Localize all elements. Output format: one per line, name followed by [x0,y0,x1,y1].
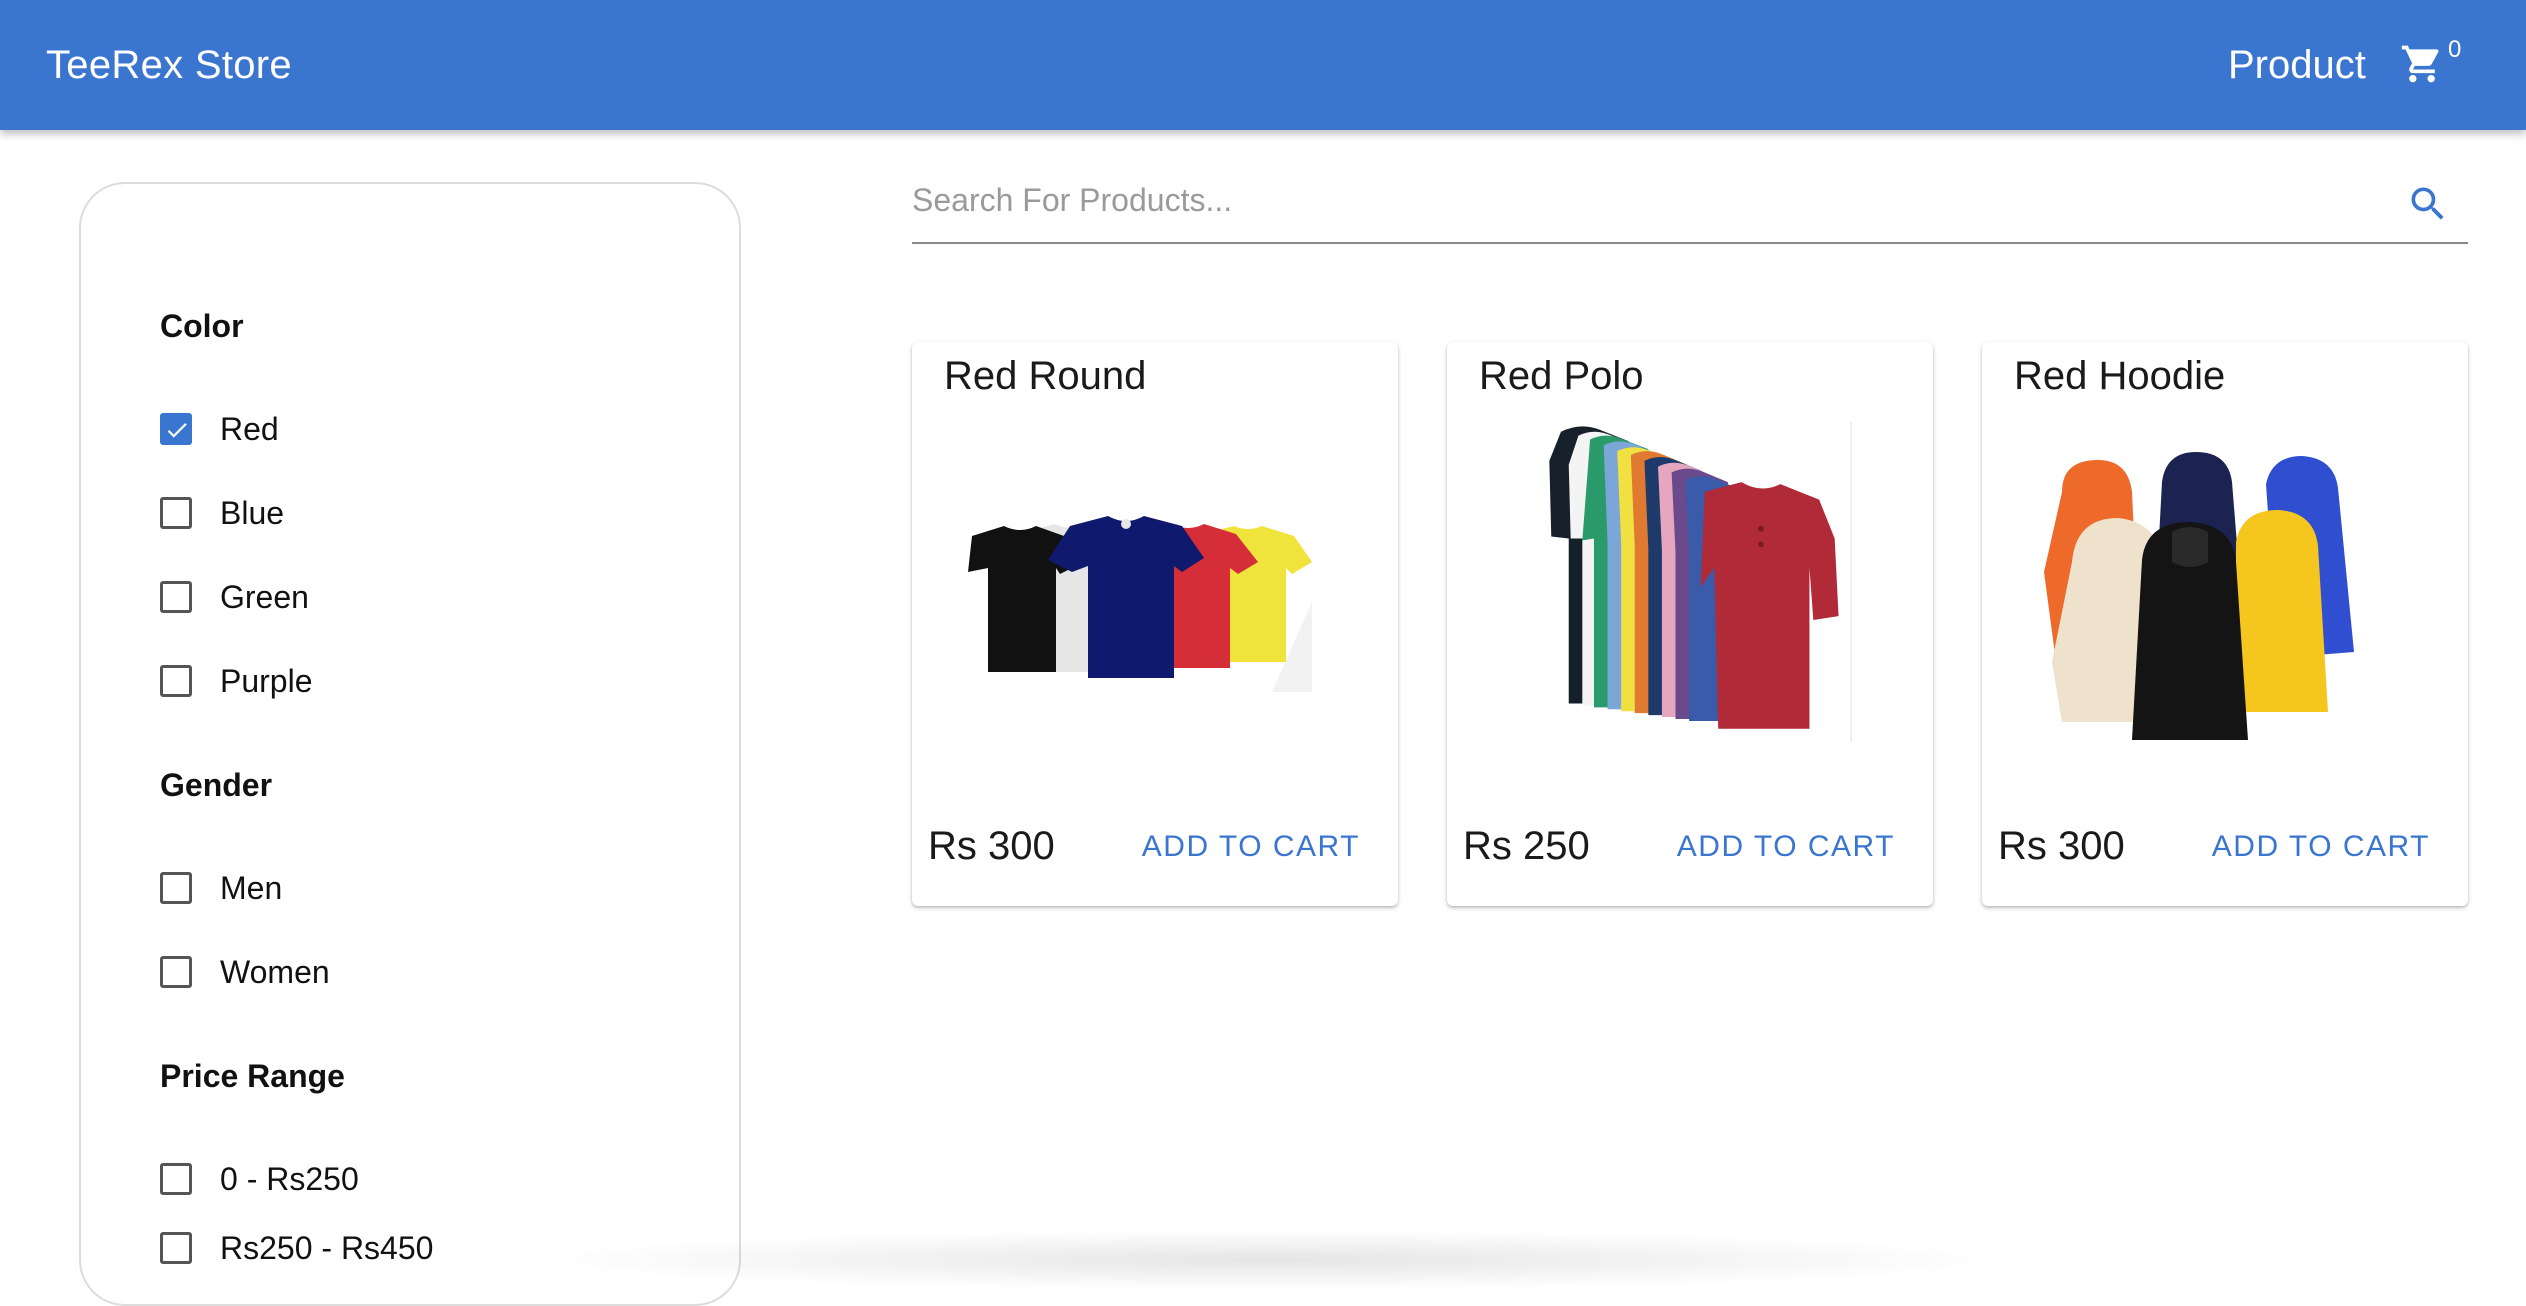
app-header: TeeRex Store Product 0 [0,0,2526,130]
checkbox[interactable] [160,872,192,904]
cart-button[interactable]: 0 [2396,36,2466,92]
shopping-cart-icon [2401,45,2439,83]
filter-option-red[interactable]: Red [160,409,279,449]
color-filter-heading: Color [160,308,244,344]
checkbox[interactable] [160,497,192,529]
nav-product-link[interactable]: Product [2228,0,2366,130]
bottom-shadow [520,1230,2020,1290]
filter-option-blue[interactable]: Blue [160,493,284,533]
filter-option-label: 0 - Rs250 [220,1160,359,1197]
add-to-cart-button[interactable]: ADD TO CART [1142,830,1360,864]
product-card: Red Round Rs 300 ADD TO CART [912,342,1398,906]
product-price: Rs 250 [1463,824,1590,868]
checkbox[interactable] [160,956,192,988]
product-card: Red Polo Rs 250 ADD TO CART [1447,342,1933,906]
filter-option-price-0-250[interactable]: 0 - Rs250 [160,1159,359,1199]
hoodies-image [2044,452,2354,740]
search-input[interactable] [912,170,2362,230]
filter-option-label: Purple [220,662,313,699]
add-to-cart-button[interactable]: ADD TO CART [1677,830,1895,864]
price-filter-heading: Price Range [160,1058,345,1094]
checkbox-checked[interactable] [160,413,192,445]
search-bar [912,170,2468,244]
product-price: Rs 300 [1998,824,2125,868]
filter-option-men[interactable]: Men [160,868,282,908]
gender-filter-heading: Gender [160,767,273,803]
filter-option-label: Green [220,578,309,615]
add-to-cart-button[interactable]: ADD TO CART [2212,830,2430,864]
filter-option-label: Blue [220,494,285,531]
checkbox[interactable] [160,665,192,697]
round-tshirts-image [968,516,1312,692]
filter-option-label: Women [220,953,330,990]
filter-panel [79,182,741,1306]
product-card: Red Hoodie Rs 300 ADD TO CART [1982,342,2468,906]
checkbox[interactable] [160,1232,192,1264]
filter-option-green[interactable]: Green [160,577,309,617]
polo-shirts-image [1549,422,1853,743]
filter-option-label: Men [220,869,283,906]
cart-count-badge: 0 [2448,36,2462,63]
product-price: Rs 300 [928,824,1055,868]
checkbox[interactable] [160,581,192,613]
filter-option-women[interactable]: Women [160,952,330,992]
search-button[interactable] [2406,182,2450,226]
filter-option-label: Red [220,410,279,447]
filter-option-purple[interactable]: Purple [160,661,313,701]
check-icon [167,423,187,438]
brand-title[interactable]: TeeRex Store [46,0,292,130]
product-name: Red Hoodie [2014,354,2226,398]
filter-option-price-250-450[interactable]: Rs250 - Rs450 [160,1228,433,1268]
checkbox[interactable] [160,1163,192,1195]
search-icon [2411,187,2444,220]
filter-option-label: Rs250 - Rs450 [220,1229,434,1266]
product-name: Red Round [944,354,1147,398]
product-name: Red Polo [1479,354,1644,398]
